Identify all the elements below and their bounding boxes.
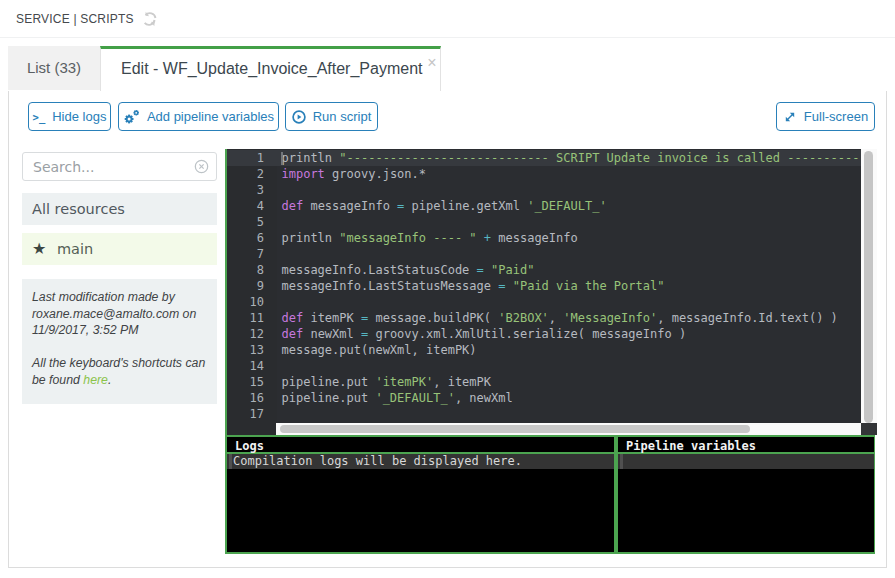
line-number: 9 xyxy=(227,278,264,294)
sidebar-item-main-label: main xyxy=(57,241,93,257)
code-text: message.put(newXml, itemPK) xyxy=(282,342,477,358)
code-line-6[interactable]: 6 println "messageInfo ---- " + messageIn… xyxy=(227,230,861,246)
run-script-button[interactable]: Run script xyxy=(285,102,378,131)
line-number: 2 xyxy=(227,166,264,182)
line-number: 13 xyxy=(227,342,264,358)
line-number: 12 xyxy=(227,326,264,342)
code-line-14[interactable]: 14 xyxy=(227,358,861,374)
sidebar-info-box: Last modification made by roxane.mace@am… xyxy=(22,279,217,404)
play-icon xyxy=(292,110,306,124)
editor-horizontal-scrollbar[interactable] xyxy=(276,423,861,435)
tab-list-label: List (33) xyxy=(8,59,100,76)
code-text: println "---------------------------- SC… xyxy=(282,150,862,166)
run-script-label: Run script xyxy=(313,109,372,124)
code-line-2[interactable]: 2 import groovy.json.* xyxy=(227,166,861,182)
gears-icon xyxy=(123,109,140,125)
tab-close-icon[interactable]: × xyxy=(425,56,439,70)
code-lines: 1 println "---------------------------- S… xyxy=(227,150,861,422)
line-number: 6 xyxy=(227,230,264,246)
line-number: 8 xyxy=(227,262,264,278)
last-modification-text: Last modification made by roxane.mace@am… xyxy=(32,289,209,339)
full-screen-icon xyxy=(783,110,797,124)
star-icon: ★ xyxy=(32,239,46,258)
add-pipeline-variables-label: Add pipeline variables xyxy=(147,109,274,124)
code-line-16[interactable]: 16 pipeline.put '_DEFAULT_', newXml xyxy=(227,390,861,406)
code-line-7[interactable]: 7 xyxy=(227,246,861,262)
topbar: SERVICE | SCRIPTS xyxy=(0,0,895,38)
code-line-10[interactable]: 10 xyxy=(227,294,861,310)
shortcuts-here-link[interactable]: here xyxy=(83,373,108,387)
code-text: def newXml = groovy.xml.XmlUtil.serializ… xyxy=(282,326,687,342)
row-caret xyxy=(620,454,623,469)
code-text: def messageInfo = pipeline.getXml '_DEFA… xyxy=(282,198,607,214)
code-line-13[interactable]: 13 message.put(newXml, itemPK) xyxy=(227,342,861,358)
info-spacer xyxy=(32,339,209,356)
hide-logs-label: Hide logs xyxy=(52,109,106,124)
line-number: 1 xyxy=(227,150,264,166)
logs-panel-title: Logs xyxy=(227,437,614,454)
code-text: def itemPK = message.buildPK( 'B2BOX', '… xyxy=(282,310,838,326)
sidebar-item-main[interactable]: ★ main xyxy=(22,233,217,265)
sidebar-item-all-resources[interactable]: All resources xyxy=(22,193,217,225)
full-screen-label: Full-screen xyxy=(804,109,868,124)
code-line-17[interactable]: 17 xyxy=(227,406,861,422)
scrollbar-corner xyxy=(861,423,877,435)
code-text: messageInfo.LastStatusCode = "Paid" xyxy=(282,262,535,278)
code-line-9[interactable]: 9 messageInfo.LastStatusMessage = "Paid v… xyxy=(227,278,861,294)
code-line-8[interactable]: 8 messageInfo.LastStatusCode = "Paid" xyxy=(227,262,861,278)
editor-vertical-scrollbar[interactable] xyxy=(861,149,877,424)
code-line-4[interactable]: 4 def messageInfo = pipeline.getXml '_DEF… xyxy=(227,198,861,214)
pipeline-variables-panel: Pipeline variables xyxy=(616,435,875,554)
code-line-15[interactable]: 15 pipeline.put 'itemPK', itemPK xyxy=(227,374,861,390)
pipeline-variables-row[interactable] xyxy=(618,454,874,469)
line-number: 11 xyxy=(227,310,264,326)
search-box xyxy=(22,152,217,181)
code-line-11[interactable]: 11 def itemPK = message.buildPK( 'B2BOX',… xyxy=(227,310,861,326)
shortcuts-text: All the keyboard's shortcuts can be foun… xyxy=(32,355,209,388)
tab-edit[interactable]: Edit - WF_Update_Invoice_After_Payment × xyxy=(100,46,441,91)
hide-logs-button[interactable]: >_ Hide logs xyxy=(28,102,111,131)
logs-panel: Logs Compilation logs will be displayed … xyxy=(225,435,616,554)
row-handle xyxy=(229,454,232,469)
line-number: 16 xyxy=(227,390,264,406)
tab-edit-label: Edit - WF_Update_Invoice_After_Payment xyxy=(121,60,422,78)
terminal-icon: >_ xyxy=(33,111,46,123)
code-text: import groovy.json.* xyxy=(282,166,427,182)
code-line-12[interactable]: 12 def newXml = groovy.xml.XmlUtil.serial… xyxy=(227,326,861,342)
code-line-5[interactable]: 5 xyxy=(227,214,861,230)
search-input[interactable] xyxy=(22,152,217,181)
refresh-icon[interactable] xyxy=(142,11,158,27)
code-editor[interactable]: 1 println "---------------------------- S… xyxy=(225,149,877,435)
line-number: 15 xyxy=(227,374,264,390)
code-line-1[interactable]: 1 println "---------------------------- S… xyxy=(227,150,861,166)
full-screen-button[interactable]: Full-screen xyxy=(776,102,875,131)
line-number: 17 xyxy=(227,406,264,422)
line-number: 10 xyxy=(227,294,264,310)
code-text: println "messageInfo ---- " + messageInf… xyxy=(282,230,578,246)
line-number: 4 xyxy=(227,198,264,214)
content-card: >_ Hide logs xyxy=(8,91,887,568)
tab-list[interactable]: List (33) xyxy=(8,46,100,90)
line-number: 14 xyxy=(227,358,264,374)
page-title: SERVICE | SCRIPTS xyxy=(16,12,134,26)
horizontal-scrollbar-thumb[interactable] xyxy=(280,425,750,433)
line-number: 5 xyxy=(227,214,264,230)
line-number: 7 xyxy=(227,246,264,262)
add-pipeline-variables-button[interactable]: Add pipeline variables xyxy=(118,102,279,131)
vertical-scrollbar-thumb[interactable] xyxy=(864,151,873,423)
code-text: messageInfo.LastStatusMessage = "Paid vi… xyxy=(282,278,665,294)
pipeline-variables-title: Pipeline variables xyxy=(618,437,874,454)
search-clear-icon[interactable] xyxy=(194,159,209,174)
code-line-3[interactable]: 3 xyxy=(227,182,861,198)
logs-message-row: Compilation logs will be displayed here. xyxy=(227,454,614,469)
code-text: pipeline.put 'itemPK', itemPK xyxy=(282,374,492,390)
logs-message: Compilation logs will be displayed here. xyxy=(233,454,522,468)
line-number: 3 xyxy=(227,182,264,198)
sidebar-item-all-resources-label: All resources xyxy=(32,201,125,217)
code-text: pipeline.put '_DEFAULT_', newXml xyxy=(282,390,513,406)
editor-cursor xyxy=(281,152,283,165)
